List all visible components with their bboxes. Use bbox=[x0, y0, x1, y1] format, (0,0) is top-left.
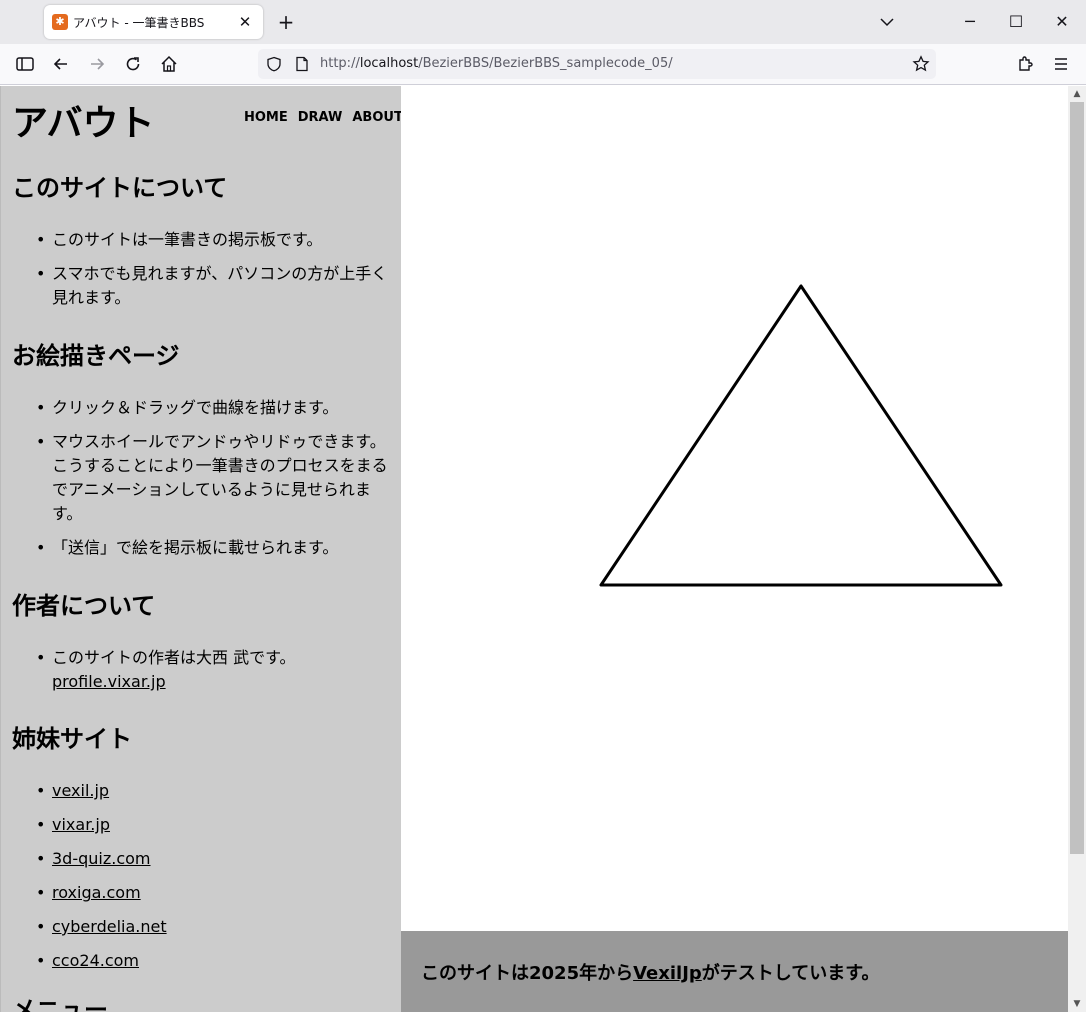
browser-tab-bar: ✱ アバウト - 一筆書きBBS ✕ + ─ ☐ ✕ bbox=[0, 0, 1086, 44]
page-info-icon[interactable] bbox=[294, 56, 310, 76]
forward-arrow-icon[interactable] bbox=[84, 51, 110, 77]
back-arrow-icon[interactable] bbox=[48, 51, 74, 77]
tab-close-button[interactable]: ✕ bbox=[235, 12, 255, 32]
site-favicon-icon: ✱ bbox=[52, 14, 68, 30]
section-heading-sister-sites: 姉妹サイト bbox=[12, 725, 132, 753]
list-item-text: マウスホイールでアンドゥやリドゥできます。こうすることにより一筆書きのプロセスを… bbox=[52, 432, 388, 523]
home-icon[interactable] bbox=[156, 51, 182, 77]
list-item: マウスホイールでアンドゥやリドゥできます。こうすることにより一筆書きのプロセスを… bbox=[36, 430, 392, 526]
window-close-button[interactable]: ✕ bbox=[1048, 8, 1076, 36]
section-heading-draw-page: お絵描きページ bbox=[12, 342, 180, 370]
window-maximize-button[interactable]: ☐ bbox=[1002, 8, 1030, 36]
reload-icon[interactable] bbox=[120, 51, 146, 77]
nav-draw-link[interactable]: DRAW bbox=[298, 110, 343, 125]
section-heading-author: 作者について bbox=[12, 592, 156, 620]
list-item: cyberdelia.net bbox=[36, 915, 392, 939]
list-item: このサイトは一筆書きの掲示板です。 bbox=[36, 228, 392, 252]
list-item: cco24.com bbox=[36, 949, 392, 973]
sister-site-link[interactable]: vixar.jp bbox=[52, 815, 110, 834]
section-heading-menu: メニュー bbox=[12, 996, 108, 1012]
author-list: このサイトの作者は大西 武です。 profile.vixar.jp bbox=[36, 646, 392, 704]
site-nav: HOME DRAW ABOUT bbox=[244, 110, 401, 125]
draw-page-list: クリック＆ドラッグで曲線を描けます。 マウスホイールでアンドゥやリドゥできます。… bbox=[36, 396, 392, 570]
list-item: roxiga.com bbox=[36, 881, 392, 905]
drawing-canvas[interactable] bbox=[401, 86, 1068, 931]
sidebar-toggle-icon[interactable] bbox=[12, 51, 38, 77]
nav-home-link[interactable]: HOME bbox=[244, 110, 288, 125]
sister-site-link[interactable]: cco24.com bbox=[52, 951, 139, 970]
nav-about-link[interactable]: ABOUT bbox=[352, 110, 401, 125]
sister-sites-list: vexil.jp vixar.jp 3d-quiz.com roxiga.com… bbox=[36, 779, 392, 983]
tab-title: アバウト - 一筆書きBBS bbox=[73, 16, 205, 30]
tracking-shield-icon[interactable] bbox=[266, 56, 282, 76]
list-item-text: このサイトの作者は大西 武です。 bbox=[52, 648, 296, 667]
list-item: このサイトの作者は大西 武です。 profile.vixar.jp bbox=[36, 646, 392, 694]
tab-list-chevron-icon[interactable] bbox=[876, 11, 898, 33]
list-item: 3d-quiz.com bbox=[36, 847, 392, 871]
bookmark-star-icon[interactable] bbox=[912, 55, 930, 77]
list-item: スマホでも見れますが、パソコンの方が上手く見れます。 bbox=[36, 262, 392, 310]
about-site-list: このサイトは一筆書きの掲示板です。 スマホでも見れますが、パソコンの方が上手く見… bbox=[36, 228, 392, 320]
new-tab-button[interactable]: + bbox=[275, 11, 297, 33]
list-item-text: 「送信」で絵を掲示板に載せられます。 bbox=[52, 538, 339, 557]
sister-site-link[interactable]: cyberdelia.net bbox=[52, 917, 167, 936]
section-heading-about-site: このサイトについて bbox=[12, 174, 228, 202]
sister-site-link[interactable]: 3d-quiz.com bbox=[52, 849, 151, 868]
url-path: /BezierBBS/BezierBBS_samplecode_05/ bbox=[418, 56, 673, 71]
list-item-text: このサイトは一筆書きの掲示板です。 bbox=[52, 230, 323, 249]
window-minimize-button[interactable]: ─ bbox=[956, 8, 984, 36]
extensions-icon[interactable] bbox=[1012, 51, 1038, 77]
drawing-svg bbox=[599, 284, 1003, 587]
list-item: vexil.jp bbox=[36, 779, 392, 803]
footer-prefix: このサイトは2025年から bbox=[421, 963, 634, 984]
drawn-triangle bbox=[599, 284, 1003, 587]
sister-site-link[interactable]: roxiga.com bbox=[52, 883, 141, 902]
scroll-thumb[interactable] bbox=[1070, 102, 1084, 854]
page-scrollbar[interactable]: ▲ ▼ bbox=[1068, 86, 1086, 1012]
list-item-text: スマホでも見れますが、パソコンの方が上手く見れます。 bbox=[52, 264, 388, 307]
author-profile-link[interactable]: profile.vixar.jp bbox=[52, 672, 166, 691]
scroll-up-arrow-icon[interactable]: ▲ bbox=[1068, 86, 1086, 102]
scroll-down-arrow-icon[interactable]: ▼ bbox=[1068, 996, 1086, 1012]
browser-nav-bar: http://localhost/BezierBBS/BezierBBS_sam… bbox=[0, 44, 1086, 85]
about-sidebar: アバウト HOME DRAW ABOUT このサイトについて このサイトは一筆書きの… bbox=[0, 86, 401, 1012]
list-item: 「送信」で絵を掲示板に載せられます。 bbox=[36, 536, 392, 560]
browser-tab[interactable]: ✱ アバウト - 一筆書きBBS ✕ bbox=[44, 5, 263, 39]
footer-suffix: がテストしています。 bbox=[701, 963, 880, 984]
footer-text: このサイトは2025年からVexilJpがテストしています。 bbox=[421, 959, 879, 985]
footer-author-link[interactable]: VexilJp bbox=[633, 963, 702, 984]
sister-site-link[interactable]: vexil.jp bbox=[52, 781, 109, 800]
page-title: アバウト bbox=[12, 103, 155, 144]
menu-hamburger-icon[interactable] bbox=[1048, 51, 1074, 77]
url-prefix: http:// bbox=[320, 56, 360, 71]
url-host: localhost bbox=[359, 56, 419, 71]
list-item: クリック＆ドラッグで曲線を描けます。 bbox=[36, 396, 392, 420]
url-bar[interactable]: http://localhost/BezierBBS/BezierBBS_sam… bbox=[258, 49, 936, 79]
page-footer: このサイトは2025年からVexilJpがテストしています。 bbox=[401, 931, 1068, 1012]
list-item: vixar.jp bbox=[36, 813, 392, 837]
url-text[interactable]: http://localhost/BezierBBS/BezierBBS_sam… bbox=[320, 56, 673, 71]
list-item-text: クリック＆ドラッグで曲線を描けます。 bbox=[52, 398, 339, 417]
